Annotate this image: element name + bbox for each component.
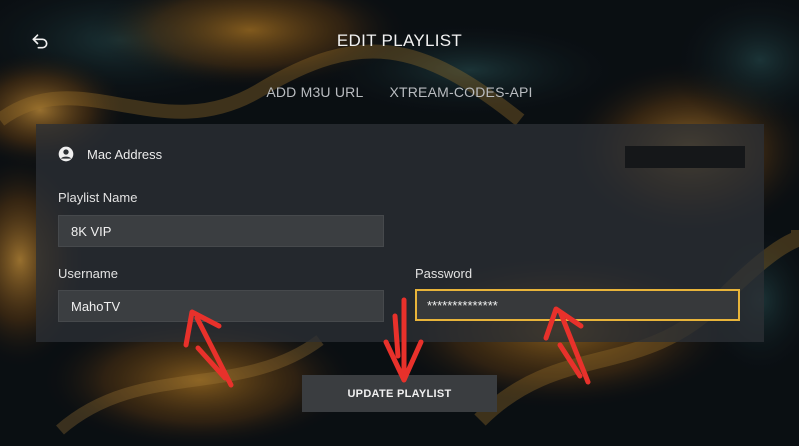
mac-address-row: Mac Address: [58, 146, 162, 162]
tab-xtream-codes-api[interactable]: XTREAM-CODES-API: [387, 82, 534, 102]
playlist-name-label: Playlist Name: [58, 190, 138, 205]
playlist-type-tabs: ADD M3U URL XTREAM-CODES-API: [0, 82, 799, 102]
mac-address-label: Mac Address: [87, 146, 163, 162]
playlist-form-panel: Mac Address Playlist Name Username Passw…: [36, 124, 764, 342]
tab-add-m3u-url[interactable]: ADD M3U URL: [264, 82, 365, 102]
username-label: Username: [58, 266, 118, 281]
header-bar: EDIT PLAYLIST: [0, 0, 799, 80]
user-circle-icon: [58, 146, 74, 162]
username-field[interactable]: [58, 290, 384, 322]
update-playlist-button[interactable]: UPDATE PLAYLIST: [302, 375, 497, 412]
password-field[interactable]: [415, 289, 740, 321]
mac-address-value-redacted: [625, 146, 745, 168]
page-title: EDIT PLAYLIST: [336, 31, 463, 50]
password-label: Password: [415, 266, 473, 281]
playlist-name-field[interactable]: [58, 215, 384, 247]
